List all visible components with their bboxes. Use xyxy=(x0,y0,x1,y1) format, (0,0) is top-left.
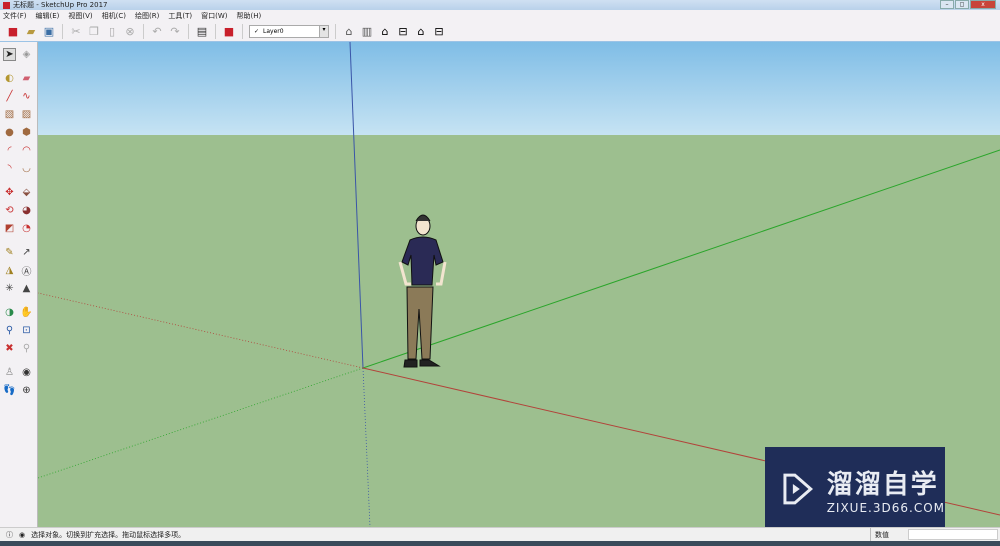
cut-icon[interactable]: ✂ xyxy=(69,24,83,38)
measure-input[interactable] xyxy=(908,529,998,540)
offset-icon[interactable]: ◔ xyxy=(20,222,33,235)
top-icon[interactable]: ▥ xyxy=(360,24,374,38)
pan-icon[interactable]: ✋ xyxy=(20,306,33,319)
measurements-box: 数值 xyxy=(870,528,1000,541)
title-bar: 无标题 - SketchUp Pro 2017 – ◻ x xyxy=(0,0,1000,10)
new-icon[interactable]: ■ xyxy=(6,24,20,38)
large-toolset: ➤ ◈ ◐ ▰ ╱ ∿ ▧ ▨ ● ⬢ ◜ ◠ ◝ ◡ ✥ ⬙ ⟲ ◕ ◩ ◔ ✎ ↗ ◮ Ⓐ ✳ ▲ ◑ ✋ ⚲ ⊡ ✖ ⚲ ♙ ◉ 👣 ⊕ xyxy=(0,42,38,527)
rotated-rectangle-icon[interactable]: ▨ xyxy=(20,108,33,121)
front-icon[interactable]: ⌂ xyxy=(378,24,392,38)
text-icon[interactable]: Ⓐ xyxy=(20,264,33,278)
zoom-icon[interactable]: ⚲ xyxy=(3,324,16,337)
right-icon[interactable]: ⊟ xyxy=(396,24,410,38)
move-icon[interactable]: ✥ xyxy=(3,186,16,199)
main-toolbar: ■ ▰ ▣ ✂ ❐ ▯ ⊗ ↶ ↷ ▤ ■ ✓ Layer0 ▾ ⌂ ▥ ⌂ ⊟… xyxy=(0,21,1000,42)
watermark-title: 溜溜自学 xyxy=(826,469,939,500)
section-plane-icon[interactable]: ⊕ xyxy=(20,384,33,397)
menu-tools[interactable]: 工具(T) xyxy=(168,11,192,21)
follow-me-icon[interactable]: ◕ xyxy=(20,204,33,217)
axes-icon[interactable]: ✳ xyxy=(3,282,16,295)
menu-help[interactable]: 帮助(H) xyxy=(236,11,261,21)
layer-value: Layer0 xyxy=(263,27,284,35)
scale-icon[interactable]: ◩ xyxy=(3,222,16,235)
rectangle-icon[interactable]: ▧ xyxy=(3,108,16,121)
play-logo-icon xyxy=(783,473,814,505)
measure-label: 数值 xyxy=(875,530,889,539)
three-point-arc-icon[interactable]: ◡ xyxy=(20,162,33,175)
circle-icon[interactable]: ● xyxy=(3,126,16,139)
make-component-icon[interactable]: ◈ xyxy=(20,48,33,61)
info-icon[interactable]: ⓘ xyxy=(6,530,13,540)
menu-window[interactable]: 窗口(W) xyxy=(201,11,227,21)
close-button[interactable]: x xyxy=(970,0,996,9)
status-text: 选择对象。切换到扩充选择。拖动鼠标选择多项。 xyxy=(31,530,186,539)
menu-edit[interactable]: 编辑(E) xyxy=(36,11,60,21)
tape-measure-icon[interactable]: ✎ xyxy=(3,246,16,259)
back-icon[interactable]: ⌂ xyxy=(414,24,428,38)
zoom-window-icon[interactable]: ⊡ xyxy=(20,324,33,337)
line-icon[interactable]: ╱ xyxy=(3,90,16,103)
menu-file[interactable]: 文件(F) xyxy=(3,11,27,21)
previous-icon[interactable]: ⚲ xyxy=(20,342,33,355)
model-info-icon[interactable]: ■ xyxy=(222,24,236,38)
minimize-button[interactable]: – xyxy=(940,0,954,9)
orbit-icon[interactable]: ◑ xyxy=(3,306,16,319)
zoom-extents-icon[interactable]: ✖ xyxy=(3,342,16,355)
open-icon[interactable]: ▰ xyxy=(24,24,38,38)
layer-select[interactable]: ✓ Layer0 ▾ xyxy=(249,24,329,38)
restore-button[interactable]: ◻ xyxy=(955,0,969,9)
chevron-down-icon[interactable]: ▾ xyxy=(319,25,328,37)
watermark-url: ZIXUE.3D66.COM xyxy=(826,500,945,515)
status-bar: ⓘ ◉ 选择对象。切换到扩充选择。拖动鼠标选择多项。 数值 xyxy=(0,527,1000,541)
erase-icon[interactable]: ⊗ xyxy=(123,24,137,38)
push-pull-icon[interactable]: ⬙ xyxy=(20,186,33,199)
two-point-arc-icon[interactable]: ◝ xyxy=(3,162,16,175)
save-icon[interactable]: ▣ xyxy=(42,24,56,38)
protractor-icon[interactable]: ◮ xyxy=(3,264,16,277)
3d-text-icon[interactable]: ▲ xyxy=(20,282,33,295)
paste-icon[interactable]: ▯ xyxy=(105,24,119,38)
taskbar xyxy=(0,541,1000,546)
freehand-icon[interactable]: ∿ xyxy=(20,90,33,103)
redo-icon[interactable]: ↷ xyxy=(168,24,182,38)
look-around-icon[interactable]: ◉ xyxy=(20,366,33,379)
paint-bucket-icon[interactable]: ◐ xyxy=(3,72,16,85)
select-icon[interactable]: ➤ xyxy=(3,48,16,61)
walk-icon[interactable]: 👣 xyxy=(3,384,16,397)
sky-gradient xyxy=(38,42,1000,135)
menu-camera[interactable]: 相机(C) xyxy=(102,11,126,21)
position-camera-icon[interactable]: ♙ xyxy=(3,366,16,379)
menu-draw[interactable]: 绘图(R) xyxy=(135,11,159,21)
dimension-icon[interactable]: ↗ xyxy=(20,246,33,259)
rotate-icon[interactable]: ⟲ xyxy=(3,204,16,217)
arc-icon[interactable]: ◜ xyxy=(3,144,16,157)
menu-bar: 文件(F) 编辑(E) 视图(V) 相机(C) 绘图(R) 工具(T) 窗口(W… xyxy=(0,10,1000,21)
menu-view[interactable]: 视图(V) xyxy=(68,11,92,21)
geo-icon[interactable]: ◉ xyxy=(19,531,25,539)
watermark: 溜溜自学 ZIXUE.3D66.COM xyxy=(765,447,945,531)
left-icon[interactable]: ⊟ xyxy=(432,24,446,38)
copy-icon[interactable]: ❐ xyxy=(87,24,101,38)
layer-check: ✓ xyxy=(254,27,260,35)
pie-icon[interactable]: ◠ xyxy=(20,144,33,157)
polygon-icon[interactable]: ⬢ xyxy=(20,126,33,139)
sketchup-logo-icon xyxy=(3,1,10,9)
print-icon[interactable]: ▤ xyxy=(195,24,209,38)
eraser-icon[interactable]: ▰ xyxy=(20,72,33,85)
iso-icon[interactable]: ⌂ xyxy=(342,24,356,38)
window-title: 无标题 - SketchUp Pro 2017 xyxy=(13,1,108,9)
undo-icon[interactable]: ↶ xyxy=(150,24,164,38)
